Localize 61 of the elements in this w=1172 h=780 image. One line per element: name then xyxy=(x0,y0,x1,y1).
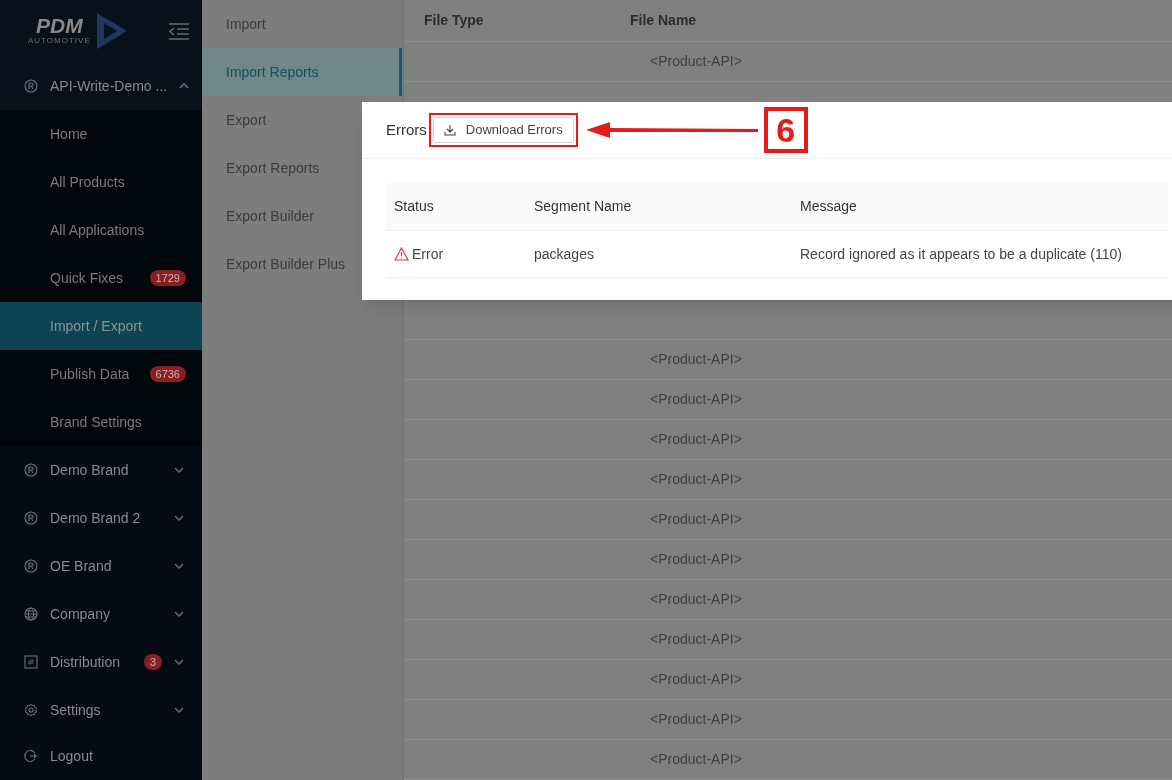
sidebar-subitem[interactable]: Import / Export xyxy=(0,302,202,350)
count-badge: 6736 xyxy=(149,366,186,382)
callout-number: 6 xyxy=(763,107,808,153)
registered-icon xyxy=(24,559,38,573)
sidebar-item[interactable]: OE Brand xyxy=(0,542,202,590)
table-cell-text: <Product-API> xyxy=(650,470,742,489)
chevron-down-icon xyxy=(174,707,184,713)
sidebar-subitem[interactable]: Brand Settings xyxy=(0,398,202,446)
logout-icon xyxy=(24,749,38,763)
chevron-down-icon xyxy=(174,515,184,521)
table-cell-text: <Product-API> xyxy=(650,350,742,369)
chevron-up-icon xyxy=(179,83,190,89)
download-icon xyxy=(443,124,456,136)
count-badge: 1729 xyxy=(149,270,186,286)
sidebar-item[interactable]: Demo Brand xyxy=(0,446,202,494)
chevron-down-icon xyxy=(174,467,184,473)
sidebar-subitem[interactable]: All Applications xyxy=(0,206,202,254)
dialog-title: Errors xyxy=(386,119,427,140)
sidebar-subitem[interactable]: Home xyxy=(0,110,202,158)
download-errors-button[interactable]: Download Errors xyxy=(432,117,574,143)
table-cell-text: <Product-API> xyxy=(650,670,742,689)
count-badge: 3 xyxy=(143,654,162,670)
chevron-down-icon xyxy=(174,659,184,665)
table-cell-text: <Product-API> xyxy=(650,590,742,609)
sidebar-subitem[interactable]: All Products xyxy=(0,158,202,206)
column-header: File Type xyxy=(423,11,485,30)
chevron-down-icon xyxy=(174,611,184,617)
chevron-down-icon xyxy=(174,563,184,569)
table-cell-text: <Product-API> xyxy=(650,710,742,729)
registered-icon xyxy=(24,79,38,93)
column-header: Segment Name xyxy=(534,197,633,216)
sidebar-item[interactable]: Logout xyxy=(0,734,202,778)
column-header: File Name xyxy=(630,11,697,30)
table-cell-text: Record ignored as it appears to be a duplicate (110) xyxy=(800,244,1122,264)
submenu-item[interactable]: Import xyxy=(202,0,402,48)
sidebar-item[interactable]: Distribution 3 xyxy=(0,638,202,686)
registered-icon xyxy=(24,463,38,477)
table-cell-text: <Product-API> xyxy=(650,550,742,569)
table-cell-text: <Product-API> xyxy=(650,390,742,409)
logo: PDM AUTOMOTIVE xyxy=(28,11,129,51)
sidebar-item[interactable]: Company xyxy=(0,590,202,638)
sidebar-item[interactable]: Settings xyxy=(0,686,202,734)
column-header: Message xyxy=(800,197,857,216)
settings-icon xyxy=(24,703,38,717)
column-header: Status xyxy=(393,197,435,216)
sync-square-icon xyxy=(24,655,38,669)
table-cell-text: <Product-API> xyxy=(650,52,742,71)
table-cell-text: packages xyxy=(534,244,595,264)
table-cell-text: <Product-API> xyxy=(650,430,742,449)
menu-collapse-icon[interactable] xyxy=(168,22,190,40)
sidebar-subitem[interactable]: Quick Fixes 1729 xyxy=(0,254,202,302)
table-cell-text: <Product-API> xyxy=(650,750,742,769)
table-cell-text: <Product-API> xyxy=(650,630,742,649)
warning-icon xyxy=(394,247,409,261)
globe-icon xyxy=(24,607,38,621)
table-cell-text: <Product-API> xyxy=(650,510,742,529)
sidebar-item[interactable]: API-Write-Demo ... xyxy=(0,62,202,110)
sidebar-item[interactable]: Demo Brand 2 xyxy=(0,494,202,542)
status-text: Error xyxy=(412,244,444,264)
sidebar-subitem[interactable]: Publish Data 6736 xyxy=(0,350,202,398)
registered-icon xyxy=(24,511,38,525)
